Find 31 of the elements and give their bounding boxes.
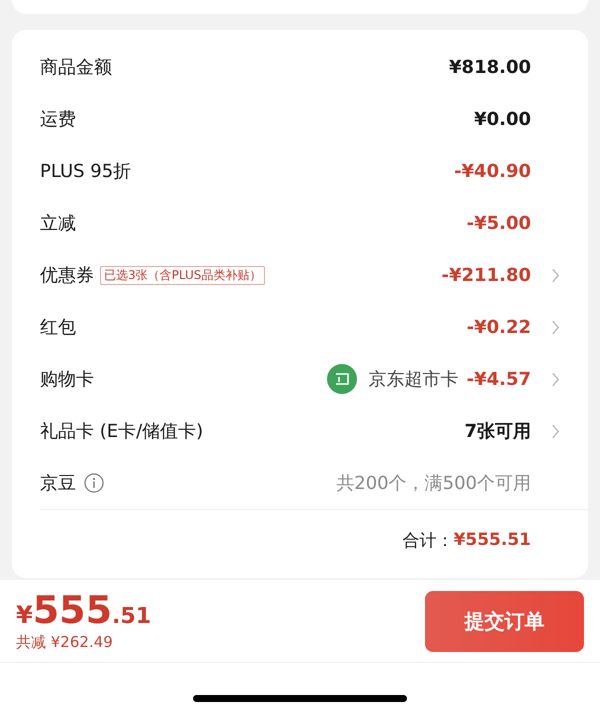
- row-value: -¥5.00: [466, 212, 531, 234]
- submit-order-button[interactable]: 提交订单: [425, 590, 584, 652]
- total-label: 合计：: [402, 530, 454, 552]
- total-price: ¥555.51: [16, 590, 152, 628]
- row-label: 商品金额: [40, 56, 112, 79]
- card-icon: [326, 364, 357, 394]
- saving-text: 共减 ¥262.49: [16, 632, 114, 652]
- card-name: 京东超市卡: [368, 368, 459, 391]
- row-label: 京豆: [40, 472, 76, 495]
- total-value: ¥555.51: [454, 530, 531, 550]
- chevron-icon[interactable]: [551, 424, 560, 438]
- row-value: -¥211.80: [442, 264, 531, 286]
- row-label: PLUS 95折: [40, 160, 132, 183]
- row-label: 红包: [40, 316, 76, 339]
- row-label: 礼品卡 (E卡/储值卡): [40, 420, 204, 443]
- row-value: ¥0.00: [474, 108, 531, 130]
- chevron-icon[interactable]: [551, 268, 560, 282]
- row-value: 7张可用: [464, 420, 531, 443]
- row-value: ¥818.00: [449, 56, 531, 78]
- row-value: 共200个，满500个可用: [336, 472, 531, 495]
- coupon-tag: 已选3张（含PLUS品类补贴）: [100, 266, 266, 284]
- row-label: 优惠券: [40, 264, 94, 287]
- info-icon[interactable]: [84, 473, 104, 493]
- row-value: -¥4.57: [466, 368, 531, 390]
- row-value: -¥40.90: [454, 160, 531, 182]
- row-label: 购物卡: [40, 368, 94, 391]
- row-value: -¥0.22: [466, 316, 531, 338]
- chevron-icon[interactable]: [551, 372, 560, 386]
- chevron-icon[interactable]: [551, 320, 560, 334]
- row-label: 立减: [40, 212, 76, 235]
- row-label: 运费: [40, 108, 76, 131]
